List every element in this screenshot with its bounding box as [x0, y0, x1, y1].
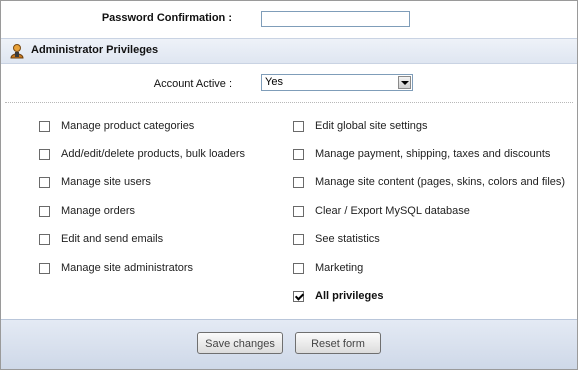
admin-form-panel: Password Confirmation : Administrator Pr… — [0, 0, 578, 370]
privilege-label: Manage site users — [61, 176, 151, 188]
privilege-label: Clear / Export MySQL database — [315, 205, 470, 217]
privilege-label: Manage payment, shipping, taxes and disc… — [315, 148, 551, 160]
privilege-checkbox[interactable] — [39, 177, 50, 188]
account-active-select[interactable]: Yes — [261, 74, 413, 91]
privilege-checkbox-checked[interactable] — [293, 291, 304, 302]
privilege-label: Manage product categories — [61, 120, 195, 132]
privilege-checkbox[interactable] — [293, 234, 304, 245]
privilege-label: Marketing — [315, 262, 364, 274]
privilege-checkbox[interactable] — [293, 206, 304, 217]
privilege-checkbox[interactable] — [293, 121, 304, 132]
section-title: Administrator Privileges — [31, 44, 159, 56]
privilege-checkbox[interactable] — [293, 177, 304, 188]
chevron-down-icon[interactable] — [398, 76, 411, 89]
password-confirmation-label: Password Confirmation : — [101, 12, 232, 24]
privilege-label: Manage site administrators — [61, 262, 194, 274]
save-changes-button[interactable]: Save changes — [197, 332, 283, 354]
form-footer: Save changes Reset form — [1, 319, 577, 369]
divider — [5, 102, 573, 103]
privilege-checkbox[interactable] — [39, 263, 50, 274]
privilege-label: Manage orders — [61, 205, 135, 217]
reset-form-button[interactable]: Reset form — [295, 332, 381, 354]
privilege-label: All privileges — [315, 290, 384, 302]
privilege-label: Edit and send emails — [61, 233, 164, 245]
privilege-label: See statistics — [315, 233, 380, 245]
privilege-label: Add/edit/delete products, bulk loaders — [61, 148, 246, 160]
privilege-checkbox[interactable] — [39, 149, 50, 160]
privilege-checkbox[interactable] — [39, 121, 50, 132]
password-confirmation-input[interactable] — [261, 11, 410, 27]
account-active-label: Account Active : — [153, 78, 232, 90]
account-active-value: Yes — [265, 76, 283, 88]
privilege-checkbox[interactable] — [39, 206, 50, 217]
privilege-checkbox[interactable] — [293, 263, 304, 274]
user-admin-icon — [10, 44, 24, 59]
privilege-checkbox[interactable] — [293, 149, 304, 160]
privilege-label: Edit global site settings — [315, 120, 428, 132]
section-header: Administrator Privileges — [1, 38, 577, 64]
privilege-label: Manage site content (pages, skins, color… — [315, 176, 566, 188]
privilege-checkbox[interactable] — [39, 234, 50, 245]
